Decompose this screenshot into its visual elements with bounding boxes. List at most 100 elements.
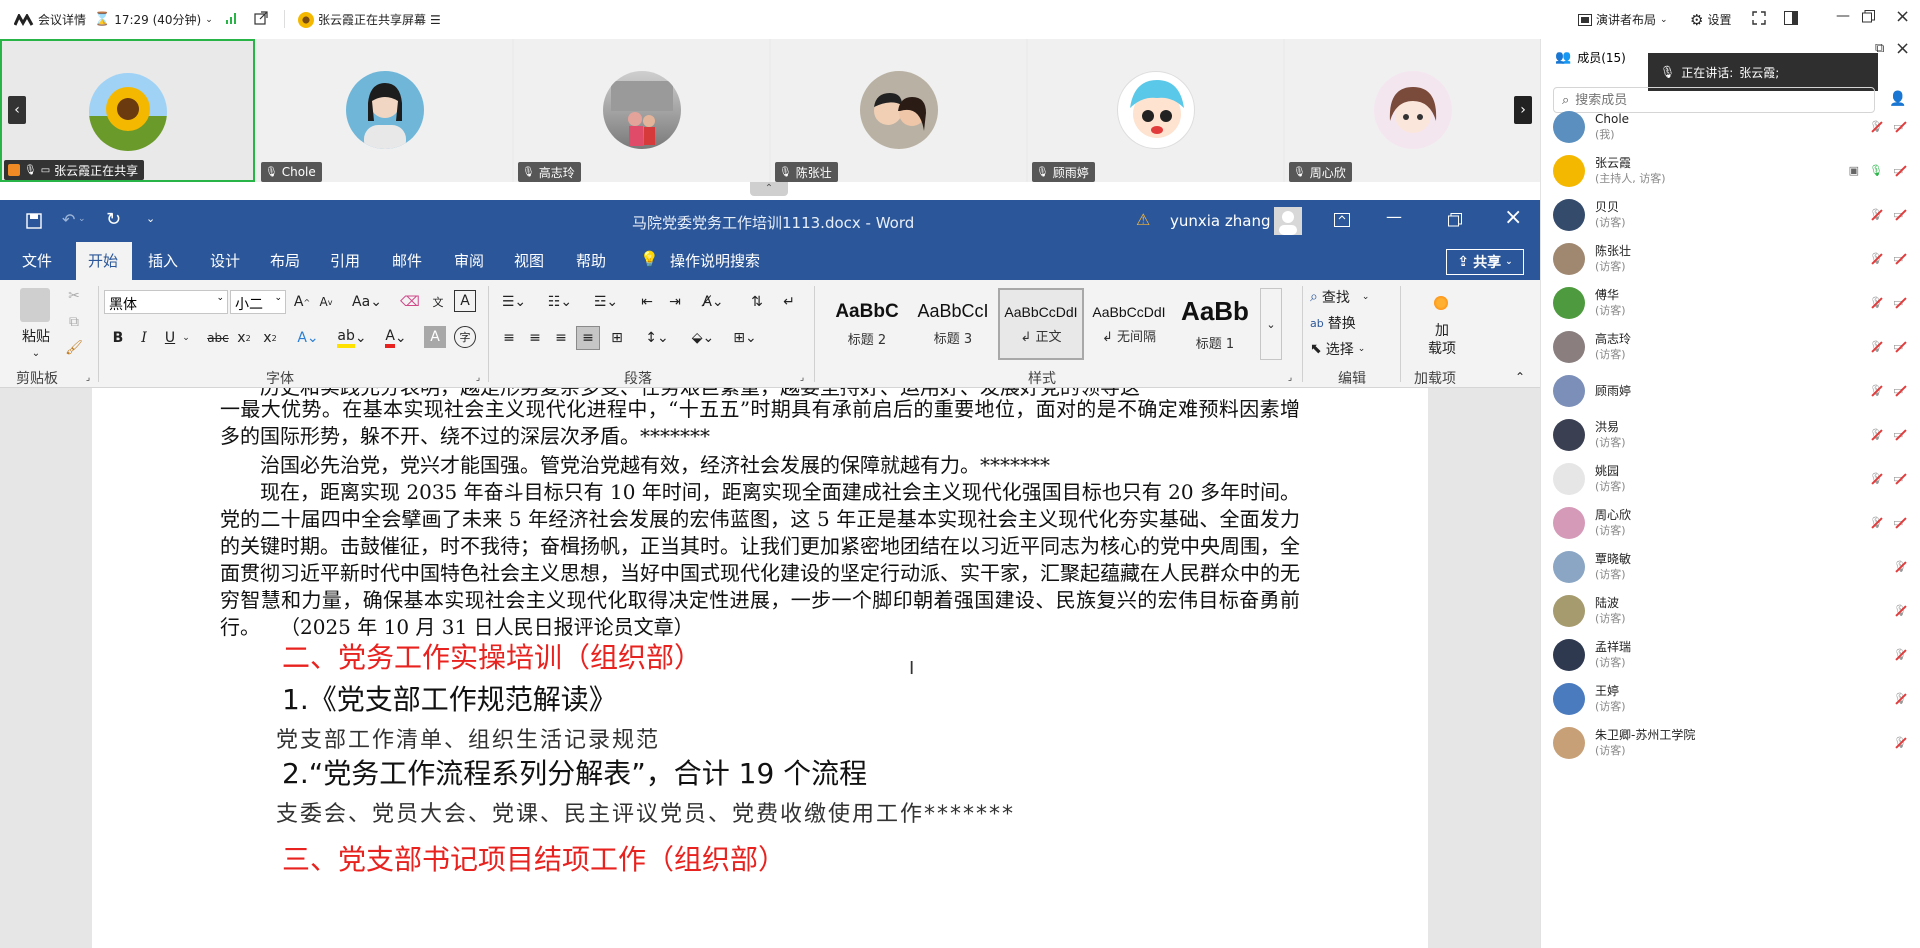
phonetic-guide-icon[interactable]: 文 (428, 290, 448, 314)
sharing-status[interactable]: 张云霞正在共享屏幕 ☰ (298, 11, 441, 28)
copy-icon[interactable]: ⧉ (64, 312, 84, 332)
mic-muted-icon[interactable]: 🎙 (1869, 252, 1883, 266)
customize-toolbar-icon[interactable]: ⌄ (146, 212, 155, 225)
text-effects-icon[interactable]: A⌄ (294, 326, 322, 350)
settings-button[interactable]: ⚙ 设置 (1690, 11, 1731, 29)
video-tile[interactable]: 🎙 ▭ 张云霞正在共享 (0, 39, 255, 182)
paste-icon[interactable] (20, 288, 50, 322)
mic-muted-icon[interactable]: 🎙 (1869, 208, 1883, 222)
replace-button[interactable]: ab 替换 (1310, 312, 1356, 334)
bold-icon[interactable]: B (108, 326, 128, 350)
video-tile[interactable]: 🎙 Chole (257, 39, 512, 182)
minimize-icon[interactable]: — (1836, 8, 1850, 24)
camera-off-icon[interactable]: ▭ (1893, 428, 1907, 442)
select-button[interactable]: ⬉ 选择 ⌄ (1310, 338, 1365, 360)
camera-off-icon[interactable]: ▭ (1893, 296, 1907, 310)
superscript-icon[interactable]: x2 (260, 326, 280, 350)
popout-panel-icon[interactable]: ⧉ (1875, 41, 1884, 56)
styles-more-button[interactable]: ⌄ (1260, 288, 1282, 360)
shrink-font-icon[interactable]: Av (316, 290, 336, 314)
member-row[interactable]: 张云霞 (主持人, 访客) ▣ 🎙 ▭ (1553, 149, 1913, 193)
tab-home[interactable]: 开始 (88, 250, 118, 271)
style-heading-1[interactable]: AaBb 标题 1 (1172, 288, 1258, 360)
mic-muted-icon[interactable]: 🎙 (1893, 604, 1907, 618)
mic-muted-icon[interactable]: 🎙 (1869, 384, 1883, 398)
member-row[interactable]: 高志玲 (访客) 🎙 ▭ (1553, 325, 1913, 369)
format-painter-icon[interactable]: 🖌 (64, 338, 84, 358)
tab-design[interactable]: 设计 (210, 250, 240, 271)
dialog-launcher-icon[interactable]: ⌟ (796, 372, 808, 384)
character-border-icon[interactable]: A (454, 290, 476, 312)
bullets-icon[interactable]: ☰⌄ (496, 290, 532, 314)
style-heading-2[interactable]: AaBbC 标题 2 (824, 288, 910, 360)
camera-off-icon[interactable]: ▭ (1893, 340, 1907, 354)
close-icon[interactable]: × (1895, 6, 1910, 27)
font-name-select[interactable]: 黑体 ⌄ (104, 290, 228, 314)
grow-font-icon[interactable]: A ^ (292, 290, 312, 314)
tab-mailings[interactable]: 邮件 (392, 250, 422, 271)
video-tile[interactable]: 🎙 顾雨婷 (1028, 39, 1283, 182)
mic-on-icon[interactable]: 🎙 (1869, 164, 1883, 178)
find-button[interactable]: ⌕ 查找 ⌄ (1310, 286, 1369, 308)
user-avatar[interactable] (1274, 207, 1302, 235)
collapse-ribbon-icon[interactable]: ⌃ (1512, 370, 1528, 384)
fullscreen-icon[interactable] (1752, 11, 1766, 28)
member-row[interactable]: 陆波 (访客) 🎙 (1553, 589, 1913, 633)
cut-icon[interactable]: ✂ (64, 286, 84, 306)
subscript-icon[interactable]: x2 (234, 326, 254, 350)
member-row[interactable]: 顾雨婷 🎙 ▭ (1553, 369, 1913, 413)
numbering-icon[interactable]: ☷⌄ (542, 290, 578, 314)
meeting-details-button[interactable]: 会议详情 (14, 11, 86, 28)
camera-off-icon[interactable]: ▭ (1893, 164, 1907, 178)
tab-file[interactable]: 文件 (22, 250, 52, 271)
clear-format-icon[interactable]: ⌫ (400, 290, 420, 314)
chevron-down-icon[interactable]: ⌄ (180, 326, 192, 350)
member-row[interactable]: 朱卫卿-苏州工学院 (访客) 🎙 (1553, 721, 1913, 765)
member-row[interactable]: 周心欣 (访客) 🎙 ▭ (1553, 501, 1913, 545)
character-shading-icon[interactable]: A (424, 326, 446, 348)
member-row[interactable]: 洪易 (访客) 🎙 ▭ (1553, 413, 1913, 457)
tab-review[interactable]: 审阅 (454, 250, 484, 271)
mic-muted-icon[interactable]: 🎙 (1869, 340, 1883, 354)
enclose-characters-icon[interactable]: 字 (454, 326, 476, 348)
mic-muted-icon[interactable]: 🎙 (1893, 648, 1907, 662)
tab-help[interactable]: 帮助 (576, 250, 606, 271)
member-row[interactable]: 姚园 (访客) 🎙 ▭ (1553, 457, 1913, 501)
member-row[interactable]: 王婷 (访客) 🎙 (1553, 677, 1913, 721)
align-center-icon[interactable]: ≡ (524, 326, 546, 350)
sidebar-toggle-icon[interactable] (1784, 11, 1798, 28)
tab-insert[interactable]: 插入 (148, 250, 178, 271)
member-row[interactable]: 贝贝 (访客) 🎙 ▭ (1553, 193, 1913, 237)
restore-icon[interactable] (1448, 212, 1462, 231)
italic-icon[interactable]: I (134, 326, 154, 350)
video-tile[interactable]: 🎙 陈张壮 (771, 39, 1026, 182)
shading-icon[interactable]: ⬙⌄ (686, 326, 720, 350)
mic-muted-icon[interactable]: 🎙 (1869, 120, 1883, 134)
restore-icon[interactable] (1862, 10, 1875, 26)
camera-off-icon[interactable]: ▭ (1893, 120, 1907, 134)
mic-muted-icon[interactable]: 🎙 (1869, 296, 1883, 310)
style-heading-3[interactable]: AaBbCcI 标题 3 (910, 288, 996, 360)
save-icon[interactable] (26, 213, 42, 233)
minimize-icon[interactable]: — (1386, 207, 1402, 226)
video-tile[interactable]: 🎙 周心欣 (1285, 39, 1540, 182)
style-normal[interactable]: AaBbCcDdI ↲ 正文 (998, 288, 1084, 360)
layout-button[interactable]: 演讲者布局 ⌄ (1578, 11, 1668, 28)
strikethrough-icon[interactable]: abc (206, 326, 230, 350)
borders-icon[interactable]: ⊞⌄ (728, 326, 762, 350)
strip-next-button[interactable]: › (1514, 96, 1532, 124)
decrease-indent-icon[interactable]: ⇤ (636, 290, 658, 314)
change-case-icon[interactable]: Aa⌄ (350, 290, 384, 314)
undo-icon[interactable]: ↶ (62, 210, 75, 229)
dialog-launcher-icon[interactable]: ⌟ (1284, 372, 1296, 384)
chevron-down-icon[interactable]: ⌄ (26, 346, 46, 360)
member-row[interactable]: 傅华 (访客) 🎙 ▭ (1553, 281, 1913, 325)
font-size-select[interactable]: 小二 ⌄ (230, 290, 286, 314)
user-name[interactable]: yunxia zhang (1170, 212, 1271, 230)
tab-layout[interactable]: 布局 (270, 250, 300, 271)
style-no-spacing[interactable]: AaBbCcDdI ↲ 无间隔 (1086, 288, 1172, 360)
align-left-icon[interactable]: ≡ (498, 326, 520, 350)
member-row[interactable]: 孟祥瑞 (访客) 🎙 (1553, 633, 1913, 677)
collapse-strip-button[interactable]: ⌃ (750, 182, 788, 196)
dialog-launcher-icon[interactable]: ⌟ (82, 372, 94, 384)
